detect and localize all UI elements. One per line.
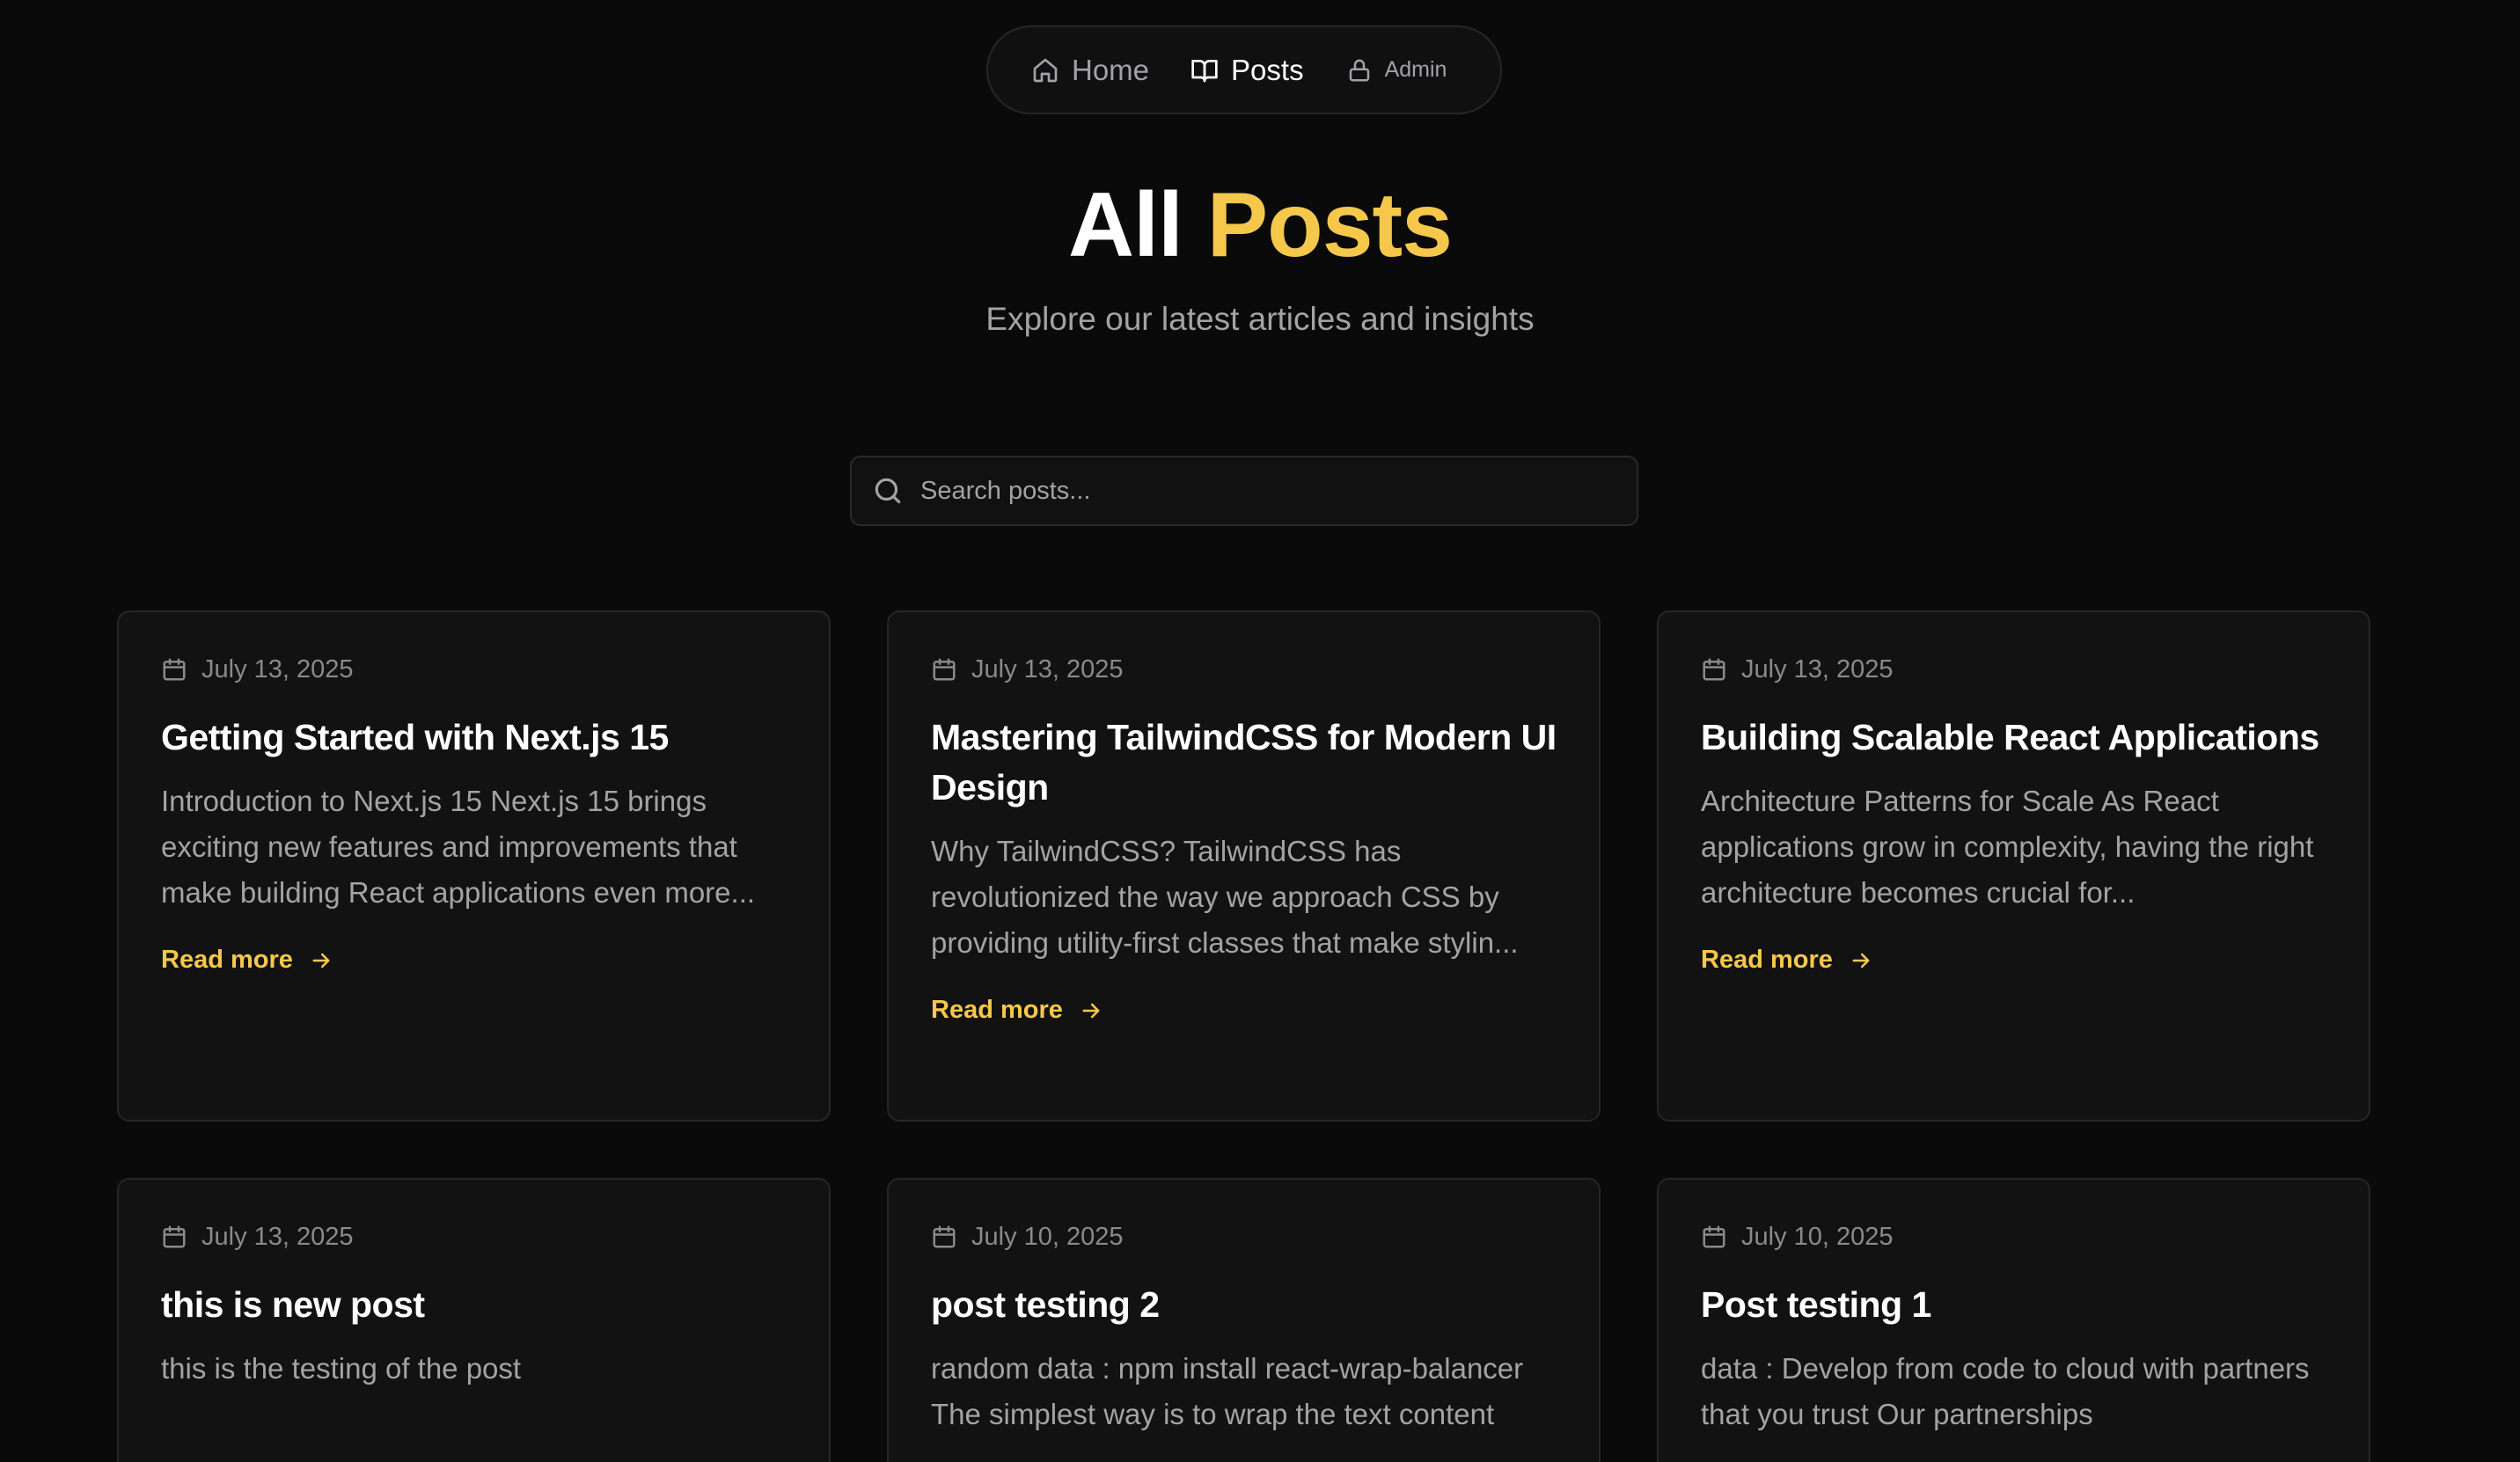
- read-more-link[interactable]: Read more: [931, 996, 1557, 1025]
- post-card[interactable]: July 10, 2025 Post testing 1 data : Deve…: [1657, 1178, 2370, 1462]
- post-date-text: July 10, 2025: [1741, 1222, 1894, 1251]
- post-date-text: July 13, 2025: [201, 1222, 354, 1251]
- search-icon: [875, 478, 901, 504]
- post-excerpt: Why TailwindCSS? TailwindCSS has revolut…: [931, 835, 1519, 959]
- nav-item-home[interactable]: Home: [1031, 54, 1149, 87]
- calendar-icon: [933, 1225, 956, 1248]
- post-date: July 13, 2025: [161, 1222, 787, 1252]
- arrow-right-icon: [1852, 953, 1870, 968]
- post-excerpt: Introduction to Next.js 15 Next.js 15 br…: [161, 785, 756, 909]
- post-date-text: July 13, 2025: [201, 654, 354, 683]
- post-excerpt: Architecture Patterns for Scale As React…: [1701, 785, 2314, 909]
- post-card[interactable]: July 13, 2025 Building Scalable React Ap…: [1657, 610, 2370, 1122]
- calendar-icon: [1703, 1225, 1725, 1248]
- post-date-text: July 10, 2025: [971, 1222, 1124, 1251]
- post-date: July 13, 2025: [1701, 654, 2326, 684]
- post-card[interactable]: July 13, 2025 Mastering TailwindCSS for …: [887, 610, 1601, 1122]
- calendar-icon: [933, 658, 956, 681]
- nav-posts-label: Posts: [1231, 53, 1304, 86]
- post-date: July 10, 2025: [931, 1222, 1557, 1252]
- post-date: July 10, 2025: [1701, 1222, 2326, 1252]
- nav-item-posts[interactable]: Posts: [1190, 54, 1304, 87]
- post-title[interactable]: Mastering TailwindCSS for Modern UI Desi…: [931, 713, 1557, 813]
- read-more-link[interactable]: Read more: [161, 946, 787, 975]
- post-title[interactable]: Getting Started with Next.js 15: [161, 713, 787, 763]
- search-box: [850, 456, 1638, 526]
- lock-icon: [1349, 59, 1369, 81]
- post-date-text: July 13, 2025: [1741, 654, 1894, 683]
- post-excerpt: random data : npm install react-wrap-bal…: [931, 1352, 1524, 1430]
- read-more-label: Read more: [1701, 946, 1833, 974]
- page-title-word-1: All: [1067, 174, 1183, 276]
- post-card[interactable]: July 10, 2025 post testing 2 random data…: [887, 1178, 1601, 1462]
- post-title[interactable]: this is new post: [161, 1280, 787, 1330]
- nav-item-admin[interactable]: Admin: [1346, 57, 1447, 84]
- post-card[interactable]: July 13, 2025 this is new post this is t…: [117, 1178, 831, 1462]
- page-title: All Posts: [0, 172, 2520, 278]
- search-input[interactable]: [920, 476, 1607, 506]
- post-title[interactable]: Building Scalable React Applications: [1701, 713, 2326, 763]
- page-subtitle: Explore our latest articles and insights: [985, 301, 1535, 337]
- post-card[interactable]: July 13, 2025 Getting Started with Next.…: [117, 610, 831, 1122]
- book-open-icon: [1191, 59, 1218, 82]
- home-icon: [1033, 58, 1058, 82]
- read-more-link[interactable]: Read more: [1701, 946, 2326, 975]
- calendar-icon: [163, 658, 186, 681]
- top-nav: Home Posts Admin: [986, 26, 1502, 114]
- calendar-icon: [1703, 658, 1725, 681]
- post-date-text: July 13, 2025: [971, 654, 1124, 683]
- post-excerpt: this is the testing of the post: [161, 1352, 522, 1385]
- read-more-label: Read more: [931, 996, 1063, 1024]
- nav-home-label: Home: [1072, 53, 1150, 86]
- nav-admin-label: Admin: [1384, 57, 1447, 82]
- post-date: July 13, 2025: [931, 654, 1557, 684]
- page: Home Posts Admin All Posts Explore our l…: [0, 0, 2520, 1462]
- arrow-right-icon: [1082, 1003, 1100, 1018]
- post-title[interactable]: Post testing 1: [1701, 1280, 2326, 1330]
- read-more-label: Read more: [161, 946, 293, 974]
- post-title[interactable]: post testing 2: [931, 1280, 1557, 1330]
- post-excerpt: data : Develop from code to cloud with p…: [1701, 1352, 2310, 1430]
- calendar-icon: [163, 1225, 186, 1248]
- arrow-right-icon: [312, 953, 330, 968]
- post-date: July 13, 2025: [161, 654, 787, 684]
- page-title-word-2: Posts: [1206, 174, 1453, 276]
